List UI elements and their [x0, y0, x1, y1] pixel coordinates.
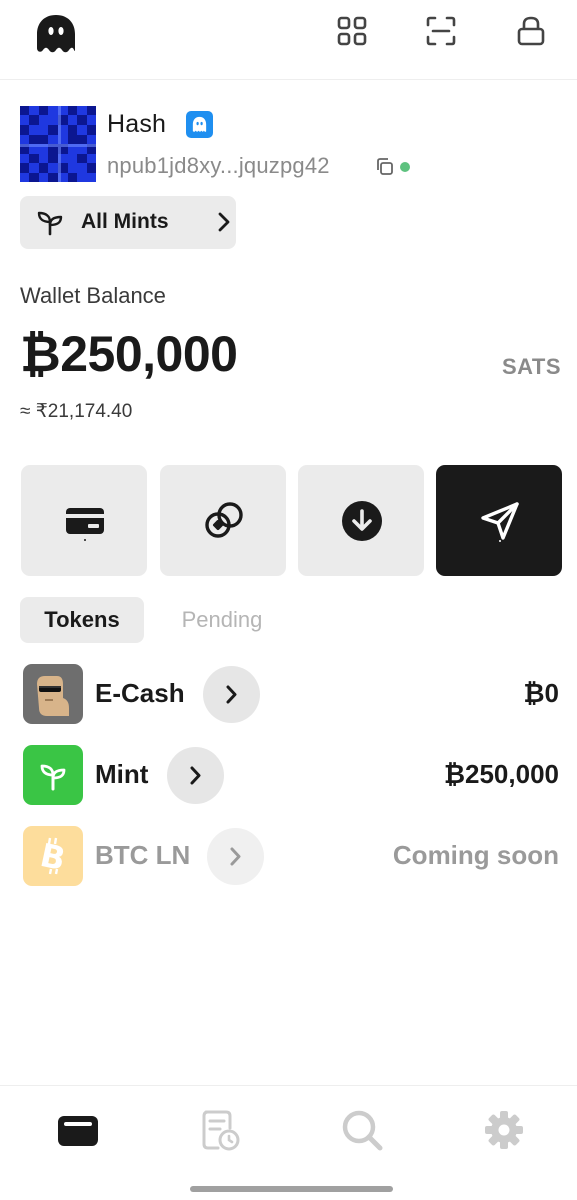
send-icon [481, 502, 519, 542]
balance-unit-toggle[interactable]: SATS [502, 354, 561, 380]
chevron-right-icon [190, 766, 201, 785]
settings-gear-icon[interactable] [482, 1108, 526, 1152]
chevron-right-icon [230, 847, 241, 866]
tab-tokens[interactable]: Tokens [20, 597, 144, 643]
online-status-dot [400, 162, 410, 172]
token-open-button [207, 828, 264, 885]
send-button[interactable] [436, 465, 562, 576]
swap-button[interactable] [160, 465, 286, 576]
token-row-ecash[interactable]: E-Cash ₿0 [0, 664, 577, 724]
profile-name: Hash [107, 110, 167, 138]
token-name: E-Cash [95, 678, 185, 708]
swap-icon [205, 502, 243, 538]
token-balance: ₿250,000 [443, 759, 559, 789]
wallet-card-icon [66, 508, 104, 541]
bitcoin-icon: B [23, 826, 83, 886]
token-balance: ₿0 [523, 678, 559, 708]
token-name: Mint [95, 759, 149, 789]
lock-icon[interactable] [514, 14, 548, 48]
bottom-nav [0, 1085, 577, 1200]
scan-icon[interactable] [424, 14, 458, 48]
token-row-mint[interactable]: Mint ₿250,000 [0, 745, 577, 805]
svg-text:B: B [37, 836, 69, 878]
wallet-balance-amount: ₿250,000 [20, 326, 238, 382]
chevron-right-icon [226, 685, 237, 704]
wallet-icon[interactable] [56, 1108, 100, 1152]
avatar[interactable] [20, 106, 96, 182]
ghost-badge-icon [186, 111, 213, 138]
ecash-avatar-icon [23, 664, 83, 724]
token-status: Coming soon [392, 840, 559, 870]
chevron-right-icon [218, 212, 230, 232]
wallet-balance-label: Wallet Balance [20, 283, 166, 308]
home-indicator [190, 1186, 393, 1192]
wallet-card-button[interactable] [21, 465, 147, 576]
top-bar [0, 0, 577, 80]
all-mints-label: All Mints [81, 210, 169, 233]
receipt-history-icon[interactable] [198, 1108, 242, 1152]
fiat-equivalent: ≈ ₹21,174.40 [20, 401, 133, 422]
npub-address: npub1jd8xy...jquzpg42 [107, 153, 330, 178]
search-icon[interactable] [340, 1108, 384, 1152]
token-open-button[interactable] [203, 666, 260, 723]
receive-icon [342, 501, 382, 541]
receive-button[interactable] [298, 465, 424, 576]
token-name: BTC LN [95, 840, 191, 870]
sprout-icon [37, 211, 63, 236]
ghost-icon[interactable] [34, 12, 78, 56]
all-mints-button[interactable]: All Mints [20, 196, 236, 249]
grid-icon[interactable] [335, 14, 369, 48]
copy-icon[interactable] [375, 157, 394, 176]
token-row-btc-ln: B BTC LN Coming soon [0, 826, 577, 886]
tab-pending[interactable]: Pending [160, 597, 284, 643]
sprout-icon [23, 745, 83, 805]
token-open-button[interactable] [167, 747, 224, 804]
